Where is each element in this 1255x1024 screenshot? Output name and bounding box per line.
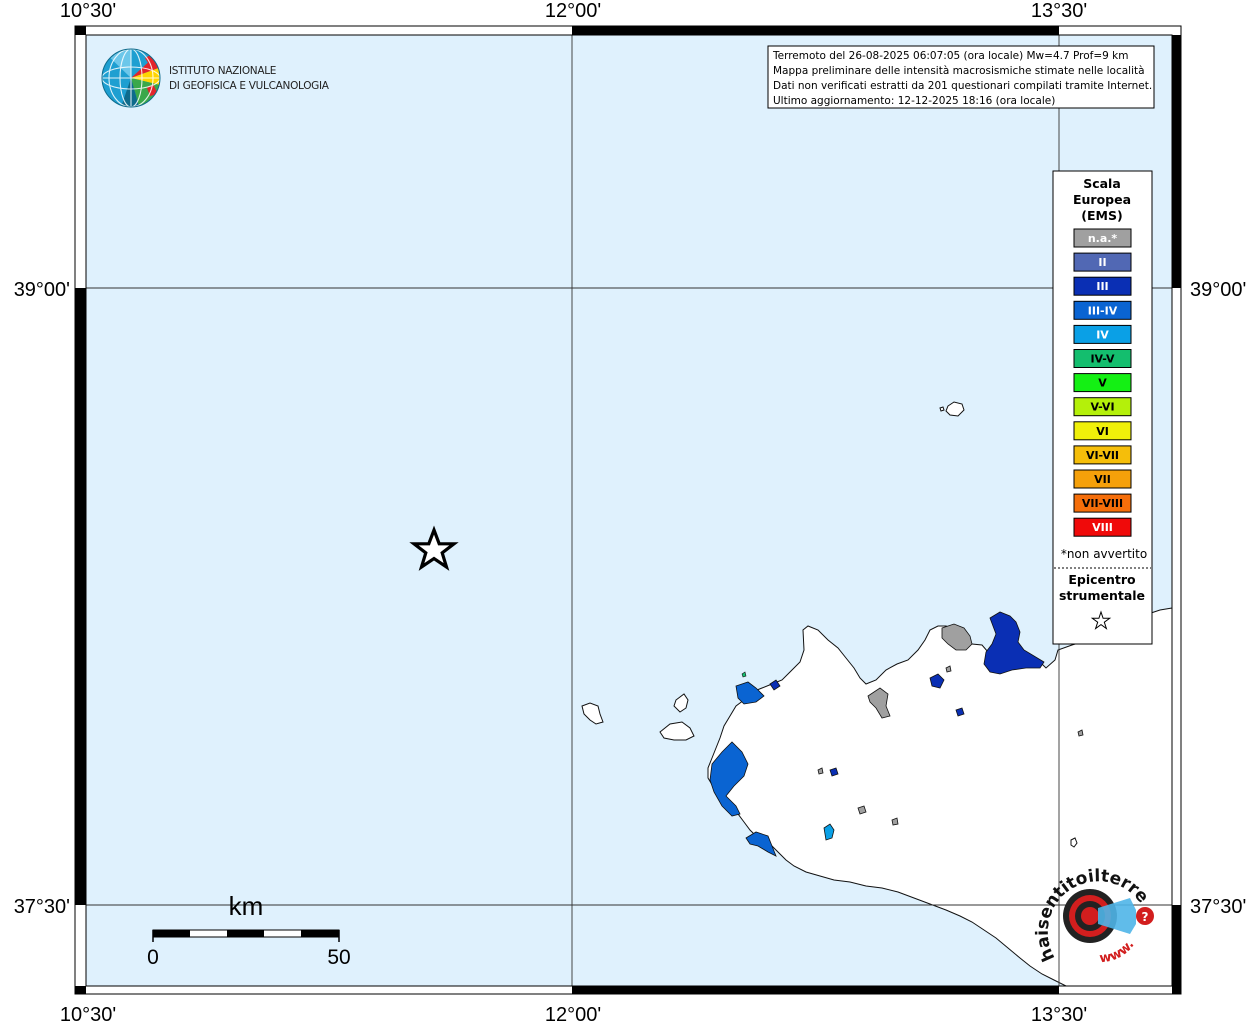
legend-title-line1: Scala xyxy=(1083,176,1121,191)
lon-label-bottom-1: 10°30' xyxy=(60,1004,116,1024)
ingv-name-line1: ISTITUTO NAZIONALE xyxy=(169,65,276,77)
lat-label-right-1: 39°00' xyxy=(1190,279,1246,301)
intensity-map: 10°30' 12°00' 13°30' 10°30' 12°00' 13°30… xyxy=(0,0,1246,1024)
hsit-question-mark: ? xyxy=(1142,910,1149,924)
legend-swatch-label: VII xyxy=(1094,473,1111,486)
lat-label-left-1: 39°00' xyxy=(14,279,70,301)
scale-max-label: 50 xyxy=(327,946,350,969)
legend-swatch-label: V xyxy=(1098,377,1107,390)
lon-label-top-2: 12°00' xyxy=(545,0,601,22)
intensity-area-partanna xyxy=(857,805,867,815)
islet-ustica-small xyxy=(939,406,945,412)
lat-label-right-2: 37°30' xyxy=(1190,896,1246,918)
intensity-area-calatafimi xyxy=(829,767,839,777)
info-line-data: Dati non verificati estratti da 201 ques… xyxy=(773,80,1152,92)
legend-swatch-label: II xyxy=(1098,256,1106,269)
info-box: Terremoto del 26-08-2025 06:07:05 (ora l… xyxy=(767,45,1155,109)
lon-label-top-1: 10°30' xyxy=(60,0,116,22)
legend-swatch-label: n.a.* xyxy=(1088,232,1118,245)
legend-swatch-label: IV xyxy=(1096,328,1109,341)
intensity-area-monreale xyxy=(955,707,965,717)
legend-swatch-label: III xyxy=(1096,280,1108,293)
info-line-update: Ultimo aggiornamento: 12-12-2025 18:16 (… xyxy=(773,95,1055,107)
ingv-name-line2: DI GEOFISICA E VULCANOLOGIA xyxy=(169,80,330,92)
scale-min-label: 0 xyxy=(147,946,159,969)
lon-label-bottom-2: 12°00' xyxy=(545,1004,601,1024)
scale-unit: km xyxy=(229,891,264,921)
lon-label-bottom-3: 13°30' xyxy=(1031,1004,1087,1024)
info-line-event: Terremoto del 26-08-2025 06:07:05 (ora l… xyxy=(772,50,1128,62)
legend-epicenter-line1: Epicentro xyxy=(1068,572,1136,587)
legend-title-line3: (EMS) xyxy=(1081,208,1122,223)
legend-swatch-label: III-IV xyxy=(1088,304,1118,317)
legend-swatch-label: IV-V xyxy=(1090,353,1115,366)
legend-swatch-label: VIII xyxy=(1092,521,1113,534)
legend-swatch-label: VI xyxy=(1096,425,1109,438)
lat-label-left-2: 37°30' xyxy=(14,896,70,918)
legend: Scala Europea (EMS) n.a.*IIIIIIII-IVIVIV… xyxy=(1052,170,1153,645)
legend-epicenter-line2: strumentale xyxy=(1059,588,1145,603)
info-line-map: Mappa preliminare delle intensità macros… xyxy=(773,65,1145,77)
legend-note: *non avvertito xyxy=(1061,547,1147,561)
legend-swatch-label: VII-VIII xyxy=(1082,497,1123,510)
legend-title-line2: Europea xyxy=(1073,192,1131,207)
legend-swatch-label: V-VI xyxy=(1090,401,1114,414)
lon-label-top-3: 13°30' xyxy=(1031,0,1087,22)
legend-swatch-label: VI-VII xyxy=(1086,449,1119,462)
